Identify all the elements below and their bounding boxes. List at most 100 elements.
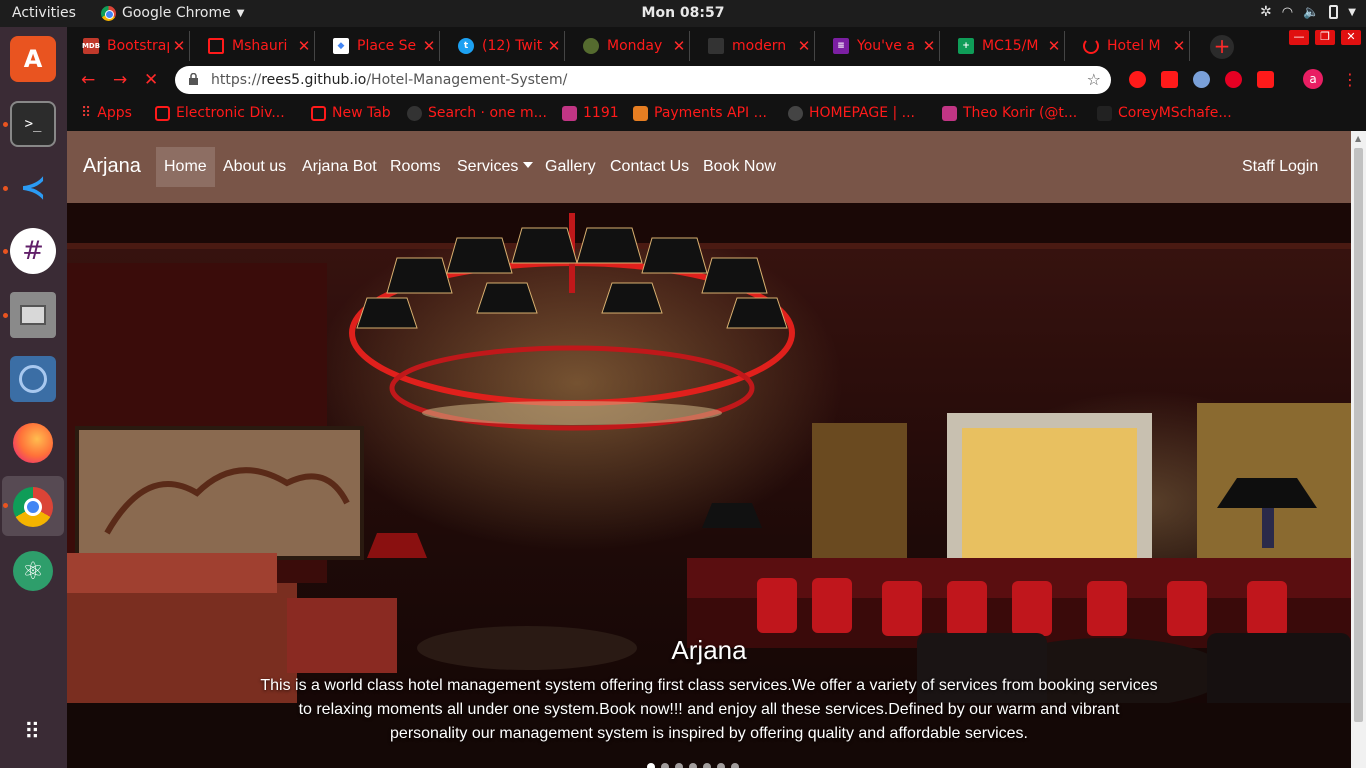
caret-down-icon [523, 162, 534, 168]
bookmark-item[interactable]: Search · one m... [407, 105, 547, 121]
address-bar[interactable]: https://rees5.github.io/Hotel-Management… [175, 66, 1111, 94]
placeholder-favicon-icon: ◆ [333, 38, 349, 54]
nav-link-book[interactable]: Book Now [695, 147, 784, 187]
hero-description: This is a world class hotel management s… [260, 677, 1158, 742]
firefox-icon[interactable] [10, 420, 56, 466]
nav-link-about[interactable]: About us [215, 147, 294, 187]
browser-tab[interactable]: ≡ You've a ✕ [817, 31, 940, 61]
close-icon[interactable]: ✕ [544, 37, 564, 55]
running-indicator [3, 503, 8, 508]
carousel-caption: Arjana This is a world class hotel manag… [67, 635, 1351, 746]
files-icon[interactable] [10, 292, 56, 338]
carousel-indicator[interactable] [675, 763, 683, 768]
close-icon[interactable]: ✕ [169, 37, 189, 55]
carousel-indicator[interactable] [703, 763, 711, 768]
clock[interactable]: Mon 08:57 [0, 5, 1366, 21]
nav-link-services[interactable]: Services [449, 147, 541, 187]
carousel-indicator[interactable] [717, 763, 725, 768]
stop-loading-icon[interactable]: ✕ [144, 70, 158, 90]
extension-hand-icon[interactable] [1129, 71, 1146, 88]
extension-cast-icon[interactable] [1257, 71, 1274, 88]
network-icon[interactable] [10, 356, 56, 402]
running-indicator [3, 313, 8, 318]
browser-tab[interactable]: + MC15/M ✕ [942, 31, 1065, 61]
bookmark-item[interactable]: Payments API ... [633, 105, 767, 121]
volume-icon: 🔈 [1303, 4, 1320, 20]
bookmark-item[interactable]: Theo Korir (@t... [942, 105, 1077, 121]
bookmark-label: CoreyMSchafe... [1118, 105, 1232, 121]
ubuntu-dock: A >_ ≺ # ⚛ ⠿ [0, 27, 67, 768]
close-icon[interactable]: ✕ [794, 37, 814, 55]
scrollbar-thumb[interactable] [1354, 148, 1363, 722]
bookmark-item[interactable]: CoreyMSchafe... [1097, 105, 1232, 121]
staff-login-link[interactable]: Staff Login [1234, 147, 1326, 187]
slack-tray-icon[interactable]: ✲ [1260, 4, 1272, 20]
nav-link-contact[interactable]: Contact Us [602, 147, 697, 187]
system-tray[interactable]: ✲ ◠ 🔈 ▼ [1260, 4, 1356, 20]
terminal-icon[interactable]: >_ [10, 101, 56, 147]
close-icon[interactable]: ✕ [1169, 37, 1189, 55]
carousel-indicator[interactable] [647, 763, 655, 768]
twitter-favicon-icon: t [458, 38, 474, 54]
bookmark-item[interactable]: New Tab [311, 105, 391, 121]
google-chrome-icon[interactable] [10, 484, 56, 530]
page-scrollbar[interactable]: ▲ [1351, 131, 1366, 768]
browser-tab[interactable]: modern ✕ [692, 31, 815, 61]
maximize-button[interactable]: ❐ [1315, 30, 1335, 45]
site-brand[interactable]: Arjana [83, 155, 141, 178]
instagram-icon [942, 105, 957, 121]
browser-tab[interactable]: ◆ Place Se ✕ [317, 31, 440, 61]
bookmark-item[interactable]: ⠿ Apps [81, 105, 132, 121]
running-indicator [3, 122, 8, 127]
nav-link-gallery[interactable]: Gallery [537, 147, 604, 187]
url-host: rees5.github.io [261, 72, 367, 88]
close-icon[interactable]: ✕ [294, 37, 314, 55]
carousel-indicator[interactable] [661, 763, 669, 768]
form-favicon-icon: ≡ [833, 38, 849, 54]
browser-tab-active[interactable]: Hotel M ✕ [1067, 31, 1190, 61]
extension-circle-icon[interactable] [1193, 71, 1210, 88]
vscode-icon[interactable]: ≺ [10, 164, 56, 210]
browser-tab[interactable]: Mshauri ✕ [192, 31, 315, 61]
browser-tab[interactable]: MDB Bootstrap ✕ [67, 31, 190, 61]
tab-title: Bootstrap [107, 38, 169, 54]
close-icon[interactable]: ✕ [919, 37, 939, 55]
atom-icon[interactable]: ⚛ [10, 548, 56, 594]
close-icon[interactable]: ✕ [669, 37, 689, 55]
tab-strip: MDB Bootstrap ✕ Mshauri ✕ ◆ Place Se ✕ t… [67, 27, 1366, 61]
new-tab-button[interactable]: + [1210, 35, 1234, 59]
bookmark-item[interactable]: HOMEPAGE | ... [788, 105, 915, 121]
close-icon[interactable]: ✕ [1044, 37, 1064, 55]
carousel-indicator[interactable] [731, 763, 739, 768]
bookmark-item[interactable]: Electronic Div... [155, 105, 285, 121]
nav-link-bot[interactable]: Arjana Bot [294, 147, 385, 187]
bookmark-star-icon[interactable]: ☆ [1087, 70, 1101, 89]
lock-icon [189, 73, 198, 85]
bookmark-item[interactable]: 1191 [562, 105, 619, 121]
profile-avatar[interactable]: a [1303, 69, 1323, 89]
close-icon[interactable]: ✕ [419, 37, 439, 55]
bookmark-label: Apps [97, 105, 132, 121]
scroll-up-arrow-icon[interactable]: ▲ [1355, 134, 1361, 143]
payments-icon [633, 105, 648, 121]
back-arrow-icon[interactable]: ← [81, 70, 95, 90]
bookmark-label: HOMEPAGE | ... [809, 105, 916, 121]
nav-link-rooms[interactable]: Rooms [382, 147, 449, 187]
window-close-button[interactable]: ✕ [1341, 30, 1361, 45]
chevron-down-icon: ▼ [1348, 6, 1356, 18]
kebab-menu-icon[interactable]: ⋮ [1342, 70, 1358, 89]
show-applications-icon[interactable]: ⠿ [10, 710, 56, 756]
forward-arrow-icon[interactable]: → [113, 70, 127, 90]
carousel-indicator[interactable] [689, 763, 697, 768]
nav-link-home[interactable]: Home [156, 147, 215, 187]
tab-title: Hotel M [1107, 38, 1161, 54]
browser-toolbar: ← → ✕ https://rees5.github.io/Hotel-Mana… [67, 63, 1366, 97]
minimize-button[interactable]: — [1289, 30, 1309, 45]
bookmark-label: New Tab [332, 105, 391, 121]
browser-tab[interactable]: t (12) Twit ✕ [442, 31, 565, 61]
slack-icon[interactable]: # [10, 228, 56, 274]
pinterest-icon[interactable] [1225, 71, 1242, 88]
browser-tab[interactable]: Monday ✕ [567, 31, 690, 61]
software-center-icon[interactable]: A [10, 36, 56, 82]
extension-video-icon[interactable] [1161, 71, 1178, 88]
